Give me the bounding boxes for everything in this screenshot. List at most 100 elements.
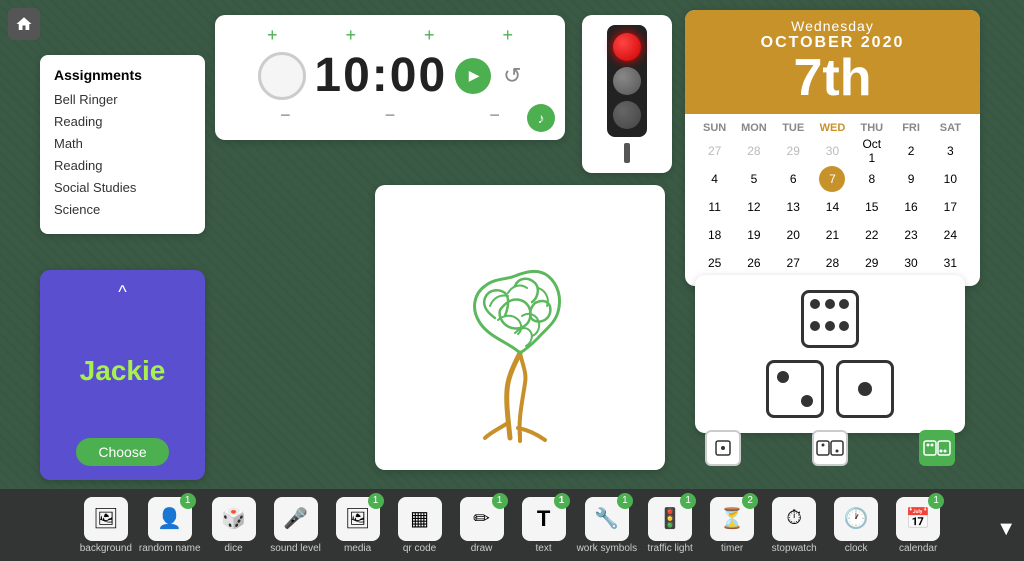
toolbar-scroll-down[interactable]: ▼ — [996, 518, 1016, 541]
home-button[interactable] — [8, 8, 40, 40]
calendar-day[interactable]: 24 — [937, 222, 963, 248]
choose-button[interactable]: Choose — [76, 438, 168, 466]
traffic-light-yellow — [613, 67, 641, 95]
traffic-light-post — [624, 143, 630, 163]
calendar-day[interactable]: 27 — [780, 250, 806, 276]
calendar-body: SUNMONTUEWEDTHUFRISAT 27282930Oct 123456… — [685, 114, 980, 286]
timer-reset-button[interactable]: ↺ — [503, 63, 521, 89]
timer-plus-hours[interactable]: + — [233, 25, 312, 46]
timer-main: 10:00 ↺ — [233, 48, 547, 103]
calendar-day[interactable]: 30 — [898, 250, 924, 276]
user-chevron-icon[interactable]: ^ — [118, 282, 126, 303]
calendar-day[interactable]: 31 — [937, 250, 963, 276]
die-dot — [777, 371, 789, 383]
tool-item-draw[interactable]: ✏1draw — [453, 497, 511, 554]
calendar-day[interactable]: 12 — [741, 194, 767, 220]
drawing-panel[interactable] — [375, 185, 665, 470]
calendar-day[interactable]: 14 — [819, 194, 845, 220]
calendar-day[interactable]: 20 — [780, 222, 806, 248]
timer-play-button[interactable] — [455, 58, 491, 94]
calendar-day[interactable]: 19 — [741, 222, 767, 248]
timer-plus-extra[interactable]: + — [469, 25, 548, 46]
calendar-day[interactable]: 7 — [819, 166, 845, 192]
assignment-item[interactable]: Reading — [54, 155, 191, 177]
assignment-item[interactable]: Bell Ringer — [54, 89, 191, 111]
calendar-day[interactable]: 3 — [937, 138, 963, 164]
calendar-day[interactable]: 21 — [819, 222, 845, 248]
tool-icon-media: 🖼1 — [336, 497, 380, 541]
calendar-day[interactable]: 11 — [702, 194, 728, 220]
calendar-day[interactable]: 26 — [741, 250, 767, 276]
tool-icon-timer: ⏳2 — [710, 497, 754, 541]
tool-item-background[interactable]: 🖼background — [77, 497, 135, 554]
dice-control-two[interactable] — [812, 430, 848, 466]
calendar-day[interactable]: 29 — [859, 250, 885, 276]
calendar-day[interactable]: 28 — [741, 138, 767, 164]
traffic-light-housing — [607, 25, 647, 137]
calendar-day[interactable]: 30 — [819, 138, 845, 164]
tool-item-calendar[interactable]: 📅1 calendar — [889, 497, 947, 554]
calendar-day[interactable]: 25 — [702, 250, 728, 276]
calendar-day[interactable]: 8 — [859, 166, 885, 192]
assignment-item[interactable]: Science — [54, 199, 191, 221]
calendar-day[interactable]: 6 — [780, 166, 806, 192]
tool-badge-text: 1 — [554, 493, 570, 509]
calendar-day[interactable]: 9 — [898, 166, 924, 192]
calendar-day[interactable]: 13 — [780, 194, 806, 220]
calendar-day[interactable]: 16 — [898, 194, 924, 220]
timer-minus-minutes[interactable]: − — [338, 105, 443, 126]
assignment-item[interactable]: Reading — [54, 111, 191, 133]
assignments-title: Assignments — [54, 67, 191, 83]
tool-label-calendar: calendar — [899, 543, 937, 554]
dice-control-one[interactable] — [705, 430, 741, 466]
calendar-day[interactable]: 29 — [780, 138, 806, 164]
tool-item-work-symbols[interactable]: 🔧1work symbols — [577, 497, 638, 554]
calendar-day[interactable]: Oct 1 — [859, 138, 885, 164]
timer-panel: + + + + 10:00 ↺ − − − ♪ — [215, 15, 565, 140]
tool-item-sound-level[interactable]: 🎤 sound level — [267, 497, 325, 554]
die-six — [801, 290, 859, 348]
tool-item-qr-code[interactable]: ▦qr code — [391, 497, 449, 554]
tool-item-stopwatch[interactable]: ⏱stopwatch — [765, 497, 823, 554]
tool-icon-sound-level: 🎤 — [274, 497, 318, 541]
calendar-day[interactable]: 17 — [937, 194, 963, 220]
timer-plus-minutes[interactable]: + — [312, 25, 391, 46]
calendar-day[interactable]: 28 — [819, 250, 845, 276]
assignment-item[interactable]: Social Studies — [54, 177, 191, 199]
calendar-day-name: Wednesday — [685, 18, 980, 34]
tool-item-random-name[interactable]: 👤1random name — [139, 497, 201, 554]
tool-item-dice[interactable]: 🎲dice — [205, 497, 263, 554]
dice-control-three-active[interactable] — [919, 430, 955, 466]
tool-icon-background: 🖼 — [84, 497, 128, 541]
calendar-day[interactable]: 10 — [937, 166, 963, 192]
timer-minus-row: − − − — [233, 105, 547, 126]
calendar-day[interactable]: 18 — [702, 222, 728, 248]
timer-minus-hours[interactable]: − — [233, 105, 338, 126]
tool-item-traffic-light[interactable]: 🚦1traffic light — [641, 497, 699, 554]
calendar-day[interactable]: 23 — [898, 222, 924, 248]
calendar-day[interactable]: 2 — [898, 138, 924, 164]
dice-top — [710, 290, 950, 348]
tool-item-media[interactable]: 🖼1media — [329, 497, 387, 554]
timer-plus-seconds[interactable]: + — [390, 25, 469, 46]
calendar-day[interactable]: 22 — [859, 222, 885, 248]
assignment-item[interactable]: Math — [54, 133, 191, 155]
traffic-light-panel[interactable] — [582, 15, 672, 173]
tool-item-timer[interactable]: ⏳2timer — [703, 497, 761, 554]
tool-badge-work-symbols: 1 — [617, 493, 633, 509]
calendar-day[interactable]: 15 — [859, 194, 885, 220]
tool-icon-calendar: 📅1 — [896, 497, 940, 541]
tool-label-sound-level: sound level — [270, 543, 321, 554]
tool-label-stopwatch: stopwatch — [772, 543, 817, 554]
toolbar: 🖼background👤1random name🎲dice🎤 sound leve… — [0, 489, 1024, 561]
timer-music-button[interactable]: ♪ — [527, 104, 555, 132]
tool-item-text[interactable]: T1text — [515, 497, 573, 554]
die-one — [836, 360, 894, 418]
tool-item-clock[interactable]: 🕐clock — [827, 497, 885, 554]
calendar-day[interactable]: 27 — [702, 138, 728, 164]
tool-label-qr-code: qr code — [403, 543, 436, 554]
calendar-day[interactable]: 4 — [702, 166, 728, 192]
calendar-day[interactable]: 5 — [741, 166, 767, 192]
die-dot — [810, 321, 820, 331]
tool-label-text: text — [536, 543, 552, 554]
